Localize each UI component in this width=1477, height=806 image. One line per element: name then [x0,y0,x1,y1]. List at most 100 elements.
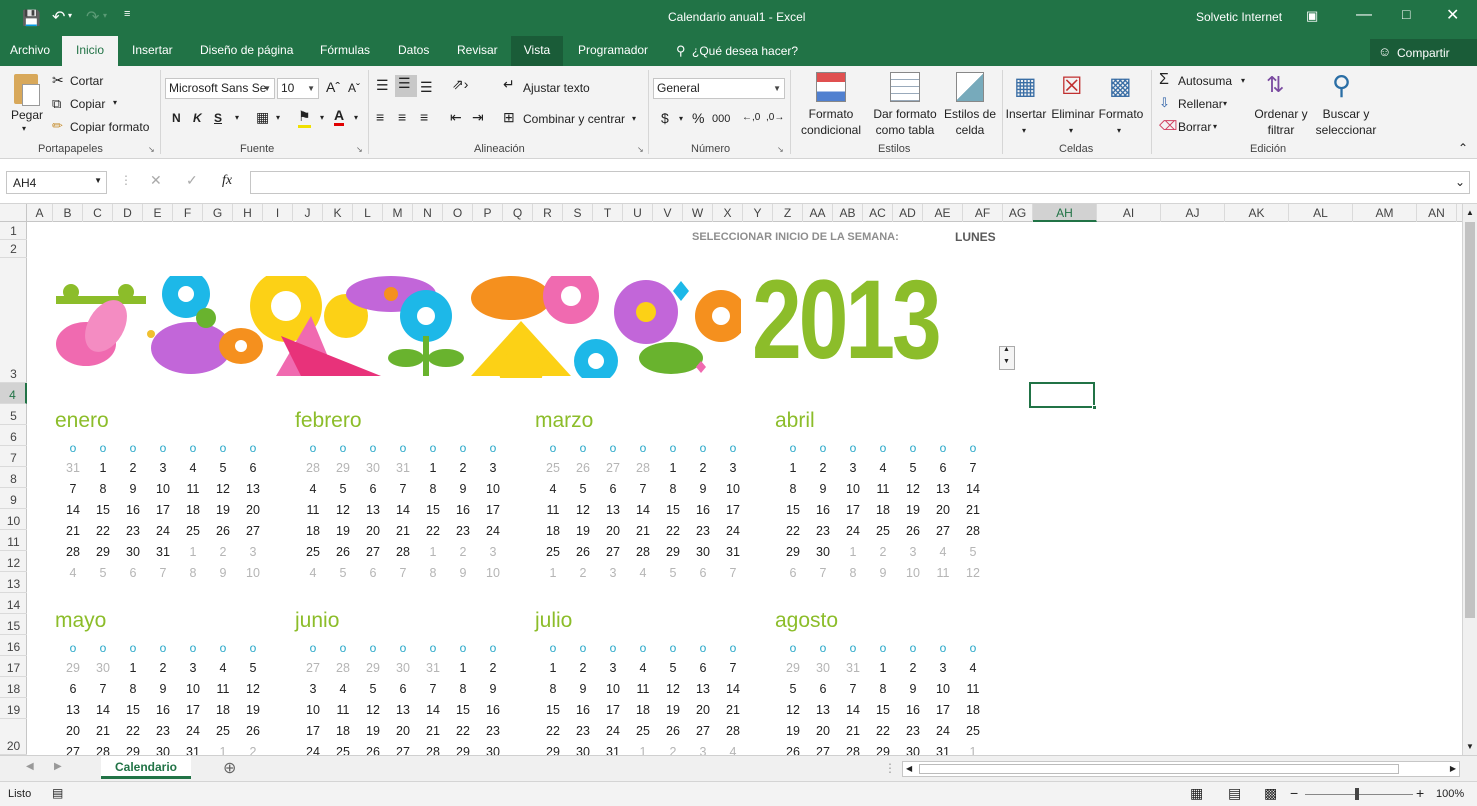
row-header[interactable]: 11 [0,530,27,551]
column-header[interactable]: W [683,204,713,222]
zoom-level[interactable]: 100% [1436,788,1464,800]
page-break-icon[interactable]: ▩ [1264,785,1277,802]
row-header[interactable]: 4 [0,383,27,404]
tab-insertar[interactable]: Insertar [122,36,183,66]
italic-button[interactable]: K [193,111,202,125]
worksheet[interactable]: SELECCIONAR INICIO DE LA SEMANA: LUNES 2… [27,222,1462,755]
tab-revisar[interactable]: Revisar [447,36,508,66]
sheet-tab-calendario[interactable]: Calendario [101,756,191,779]
column-header[interactable]: P [473,204,503,222]
week-start-dropdown[interactable]: LUNES [955,230,996,244]
column-header[interactable]: U [623,204,653,222]
merge-center-button[interactable]: Combinar y centrar [523,112,625,126]
row-header[interactable]: 13 [0,572,27,593]
format-painter-button[interactable]: Copiar formato [70,120,149,134]
sort-filter-button[interactable]: ⇅ Ordenar y filtrar [1252,70,1310,140]
delete-cells-button[interactable]: ☒ Eliminar ▾ [1049,70,1097,140]
user-name[interactable]: Solvetic Internet [1196,10,1282,24]
decrease-decimal-icon[interactable]: ,0→ [766,112,784,123]
row-header[interactable]: 7 [0,446,27,467]
active-cell-selection[interactable] [1029,382,1097,410]
share-button[interactable]: ☺ Compartir [1370,39,1477,66]
tab-vista[interactable]: Vista [511,36,563,66]
column-header[interactable]: R [533,204,563,222]
align-bottom-icon[interactable]: ☰ [420,79,433,96]
number-format-combo[interactable]: General ▼ [653,78,785,99]
maximize-icon[interactable]: □ [1402,6,1410,22]
row-header[interactable]: 17 [0,656,27,677]
tab-archivo[interactable]: Archivo [0,36,60,66]
column-header[interactable]: AN [1417,204,1457,222]
fill-color-icon[interactable]: ⚑ [298,108,311,128]
chevron-down-icon[interactable]: ▾ [679,114,683,123]
align-top-icon[interactable]: ☰ [376,77,389,94]
row-header[interactable]: 14 [0,593,27,614]
column-header[interactable]: J [293,204,323,222]
row-header[interactable]: 10 [0,509,27,530]
h-scroll-thumb[interactable] [919,764,1399,774]
column-header[interactable]: L [353,204,383,222]
column-header[interactable]: V [653,204,683,222]
horizontal-scrollbar[interactable]: ◀ ▶ [902,761,1460,777]
row-header[interactable]: 18 [0,677,27,698]
customize-qat-icon[interactable]: ≡ [124,8,130,20]
scroll-left-icon[interactable]: ◀ [906,764,912,773]
dialog-launcher-icon[interactable]: ↘ [356,145,363,154]
column-header[interactable]: Y [743,204,773,222]
tab-formulas[interactable]: Fórmulas [310,36,380,66]
chevron-down-icon[interactable]: ▾ [632,114,636,123]
row-header[interactable]: 2 [0,240,27,258]
dialog-launcher-icon[interactable]: ↘ [637,145,644,154]
undo-dropdown-icon[interactable]: ▾ [68,11,72,20]
column-header[interactable]: AC [863,204,893,222]
add-sheet-icon[interactable]: ⊕ [223,758,236,778]
year-spinner[interactable]: ▲ ▼ [999,346,1015,370]
increase-font-icon[interactable]: Aˆ [326,79,340,95]
column-header[interactable]: H [233,204,263,222]
row-header[interactable]: 15 [0,614,27,635]
column-header[interactable]: I [263,204,293,222]
name-box[interactable]: AH4 ▼ [6,171,107,194]
chevron-down-icon[interactable]: ▾ [1241,76,1245,85]
underline-button[interactable]: S [214,111,222,125]
insert-cells-button[interactable]: ▦ Insertar ▾ [1004,70,1048,140]
tab-datos[interactable]: Datos [388,36,439,66]
column-header[interactable]: AG [1003,204,1033,222]
font-name-combo[interactable]: Microsoft Sans Se ▼ [165,78,275,99]
orientation-icon[interactable]: ⇗› [452,76,468,93]
next-sheet-icon[interactable]: ▶ [54,761,62,772]
close-icon[interactable]: ✕ [1446,5,1459,25]
align-middle-icon[interactable]: ☰ [395,75,417,97]
tab-diseno[interactable]: Diseño de página [190,36,303,66]
zoom-slider[interactable] [1305,794,1413,795]
paste-button[interactable]: Pegar ▾ [8,72,46,136]
cell-styles-button[interactable]: Estilos de celda [942,70,998,140]
chevron-down-icon[interactable]: ▾ [1223,99,1227,108]
normal-view-icon[interactable]: ▦ [1190,785,1203,802]
chevron-down-icon[interactable]: ▾ [113,98,117,107]
spinner-up-icon[interactable]: ▲ [1003,346,1010,353]
zoom-slider-thumb[interactable] [1355,788,1359,800]
column-header[interactable]: B [53,204,83,222]
undo-icon[interactable]: ↶ [52,7,65,27]
cut-button[interactable]: Cortar [70,74,103,88]
column-header[interactable]: S [563,204,593,222]
column-header[interactable]: T [593,204,623,222]
dialog-launcher-icon[interactable]: ↘ [777,145,784,154]
column-header[interactable]: F [173,204,203,222]
scroll-thumb[interactable] [1465,222,1475,618]
tab-programador[interactable]: Programador [568,36,658,66]
borders-icon[interactable]: ▦ [256,109,269,126]
percent-button[interactable]: % [692,110,704,126]
column-header[interactable]: M [383,204,413,222]
format-cells-button[interactable]: ▩ Formato ▾ [1097,70,1145,140]
font-color-icon[interactable]: A [334,108,345,126]
column-header[interactable]: N [413,204,443,222]
column-header[interactable]: C [83,204,113,222]
column-header[interactable]: Q [503,204,533,222]
column-header[interactable]: K [323,204,353,222]
prev-sheet-icon[interactable]: ◀ [26,761,34,772]
autosum-button[interactable]: Autosuma [1178,74,1232,88]
increase-indent-icon[interactable]: ⇥ [472,109,484,126]
chevron-down-icon[interactable]: ▾ [320,113,324,122]
